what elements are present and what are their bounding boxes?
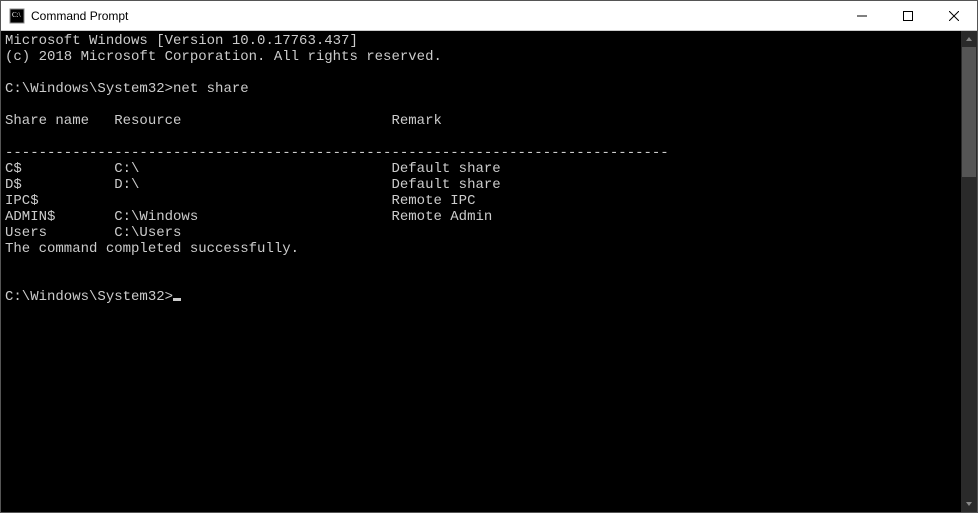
cursor [173,298,181,301]
terminal[interactable]: Microsoft Windows [Version 10.0.17763.43… [1,31,961,512]
window-title: Command Prompt [31,9,839,23]
window-controls [839,1,977,30]
banner-line: (c) 2018 Microsoft Corporation. All righ… [5,49,442,65]
maximize-button[interactable] [885,1,931,30]
prompt-path: C:\Windows\System32> [5,81,173,97]
scrollbar[interactable] [961,31,977,512]
table-body: C$ C:\ Default share D$ D:\ Default shar… [5,161,501,241]
svg-text:C:\: C:\ [12,11,21,19]
titlebar[interactable]: C:\ Command Prompt [1,1,977,31]
minimize-button[interactable] [839,1,885,30]
divider-line: ----------------------------------------… [5,145,669,161]
terminal-area: Microsoft Windows [Version 10.0.17763.43… [1,31,977,512]
scrollbar-thumb[interactable] [962,47,976,177]
table-header: Share name Resource Remark [5,113,442,129]
command-text: net share [173,81,249,97]
window: C:\ Command Prompt Microsoft Windows [Ve… [0,0,978,513]
cmd-icon: C:\ [9,8,25,24]
banner-line: Microsoft Windows [Version 10.0.17763.43… [5,33,358,49]
completion-message: The command completed successfully. [5,241,299,257]
close-button[interactable] [931,1,977,30]
prompt-path: C:\Windows\System32> [5,289,173,305]
scroll-down-icon[interactable] [961,496,977,512]
scroll-up-icon[interactable] [961,31,977,47]
